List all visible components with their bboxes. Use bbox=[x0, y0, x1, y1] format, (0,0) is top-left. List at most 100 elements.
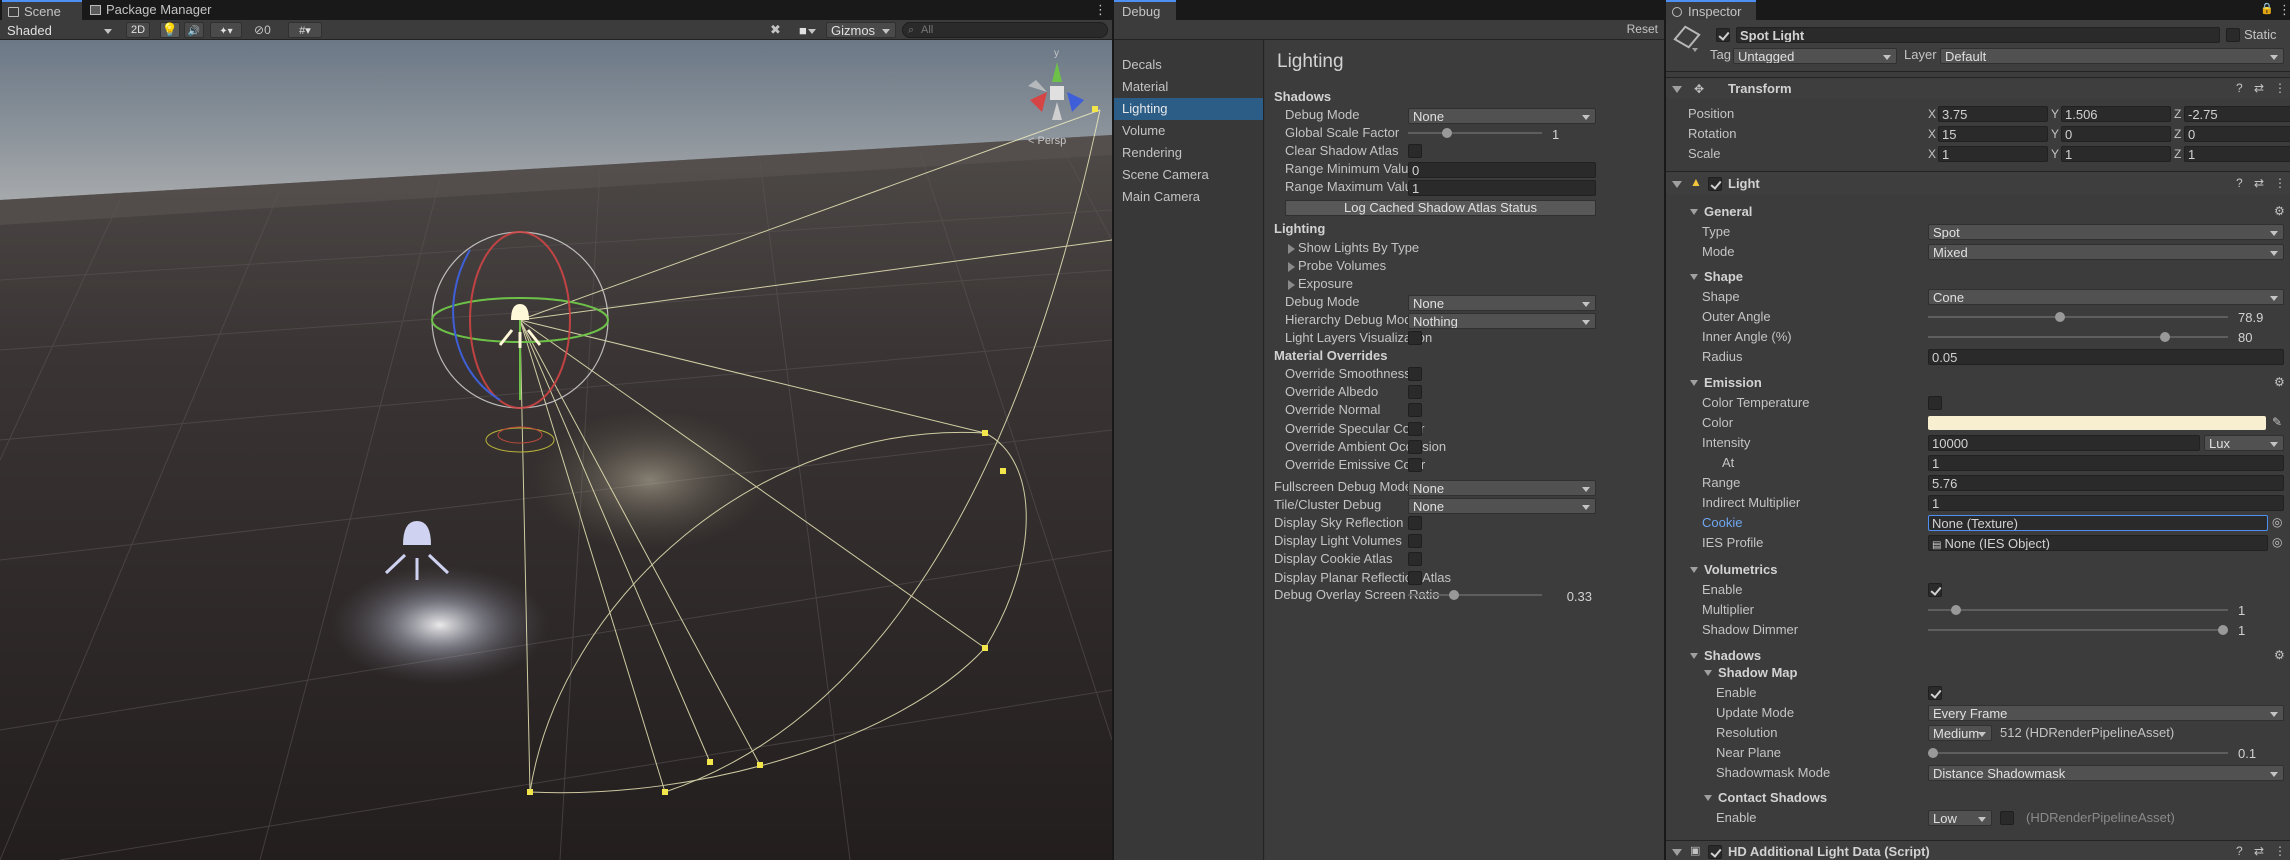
light-enabled-checkbox[interactable] bbox=[1708, 177, 1722, 191]
eyedropper-icon[interactable]: ✎ bbox=[2272, 415, 2282, 429]
show-lights-foldout-icon[interactable] bbox=[1288, 244, 1295, 254]
rotation-x-field[interactable]: 15 bbox=[1938, 126, 2048, 142]
display-toggle-checkbox[interactable] bbox=[1408, 516, 1422, 530]
tab-scene[interactable]: Scene bbox=[2, 0, 82, 20]
range-field[interactable]: 5.76 bbox=[1928, 475, 2284, 491]
ies-profile-field[interactable]: ▤ None (IES Object) bbox=[1928, 535, 2268, 551]
light-layers-checkbox[interactable] bbox=[1408, 331, 1422, 345]
mode-dropdown[interactable]: Mixed bbox=[1928, 244, 2284, 260]
debug-nav-item[interactable]: Material bbox=[1114, 76, 1263, 98]
hd-presets-icon[interactable]: ⇄ bbox=[2254, 844, 2264, 858]
clear-atlas-checkbox[interactable] bbox=[1408, 144, 1422, 158]
debug-nav-item[interactable]: Volume bbox=[1114, 120, 1263, 142]
light-help-icon[interactable]: ? bbox=[2236, 176, 2243, 190]
range-max-field[interactable]: 1 bbox=[1408, 180, 1596, 196]
outer-angle-slider[interactable] bbox=[1928, 308, 2228, 326]
ies-picker-icon[interactable]: ◎ bbox=[2272, 535, 2282, 549]
range-min-field[interactable]: 0 bbox=[1408, 162, 1596, 178]
shadow-dimmer-slider[interactable] bbox=[1928, 621, 2228, 639]
shadow-map-enable-checkbox[interactable] bbox=[1928, 686, 1942, 700]
tools-icon[interactable]: ✖ bbox=[770, 22, 781, 38]
position-x-field[interactable]: 3.75 bbox=[1938, 106, 2048, 122]
material-override-checkbox[interactable] bbox=[1408, 385, 1422, 400]
shading-mode-dropdown[interactable]: Shaded bbox=[2, 22, 118, 38]
scene-viewport[interactable]: y < Persp bbox=[0, 40, 1112, 860]
hd-additional-header[interactable]: ▣ HD Additional Light Data (Script) ? ⇄ … bbox=[1666, 840, 2290, 860]
tab-inspector[interactable]: Inspector bbox=[1666, 0, 1756, 20]
probe-volumes-foldout-icon[interactable] bbox=[1288, 262, 1295, 272]
type-dropdown[interactable]: Spot bbox=[1928, 224, 2284, 240]
2d-toggle-button[interactable]: 2D bbox=[126, 22, 150, 38]
hd-additional-checkbox[interactable] bbox=[1708, 845, 1722, 859]
near-plane-knob[interactable] bbox=[1928, 748, 1938, 758]
hierarchy-debug-dropdown[interactable]: Nothing bbox=[1408, 313, 1596, 329]
object-name-field[interactable]: Spot Light bbox=[1736, 27, 2220, 43]
radius-field[interactable]: 0.05 bbox=[1928, 349, 2284, 365]
shadows-presets-icon[interactable]: ⚙ bbox=[2274, 648, 2285, 662]
hd-additional-foldout-icon[interactable] bbox=[1672, 849, 1682, 856]
inner-angle-field[interactable]: 80 bbox=[2234, 329, 2284, 345]
inner-angle-slider[interactable] bbox=[1928, 328, 2228, 346]
hd-help-icon[interactable]: ? bbox=[2236, 844, 2243, 858]
emission-presets-icon[interactable]: ⚙ bbox=[2274, 375, 2285, 389]
exposure-foldout[interactable]: Exposure bbox=[1298, 275, 1353, 293]
material-override-checkbox[interactable] bbox=[1408, 367, 1422, 381]
global-scale-field[interactable]: 1 bbox=[1548, 126, 1596, 142]
overlay-ratio-slider[interactable] bbox=[1408, 586, 1542, 604]
layer-dropdown[interactable]: Default bbox=[1940, 48, 2284, 64]
shadowmask-mode-dropdown[interactable]: Distance Shadowmask bbox=[1928, 765, 2284, 781]
volumetrics-multiplier-slider[interactable] bbox=[1928, 601, 2228, 619]
display-toggle-checkbox[interactable] bbox=[1408, 552, 1422, 567]
material-override-checkbox[interactable] bbox=[1408, 439, 1422, 454]
object-active-checkbox[interactable] bbox=[1716, 28, 1730, 42]
reset-button[interactable]: Reset bbox=[1627, 22, 1658, 36]
rotation-y-field[interactable]: 0 bbox=[2061, 126, 2171, 142]
color-swatch[interactable] bbox=[1928, 416, 2266, 430]
icon-dropdown-icon[interactable] bbox=[1692, 48, 1698, 52]
global-scale-knob[interactable] bbox=[1442, 128, 1452, 138]
near-plane-field[interactable]: 0.1 bbox=[2234, 745, 2284, 761]
shadow-dimmer-knob[interactable] bbox=[2218, 625, 2228, 635]
camera-dropdown[interactable]: ■ bbox=[794, 22, 822, 38]
log-atlas-button[interactable]: Log Cached Shadow Atlas Status bbox=[1285, 200, 1596, 216]
shadows-header-foldout-icon[interactable] bbox=[1690, 653, 1698, 659]
material-override-checkbox[interactable] bbox=[1408, 403, 1422, 418]
emission-header-foldout-icon[interactable] bbox=[1690, 380, 1698, 386]
display-toggle-checkbox[interactable] bbox=[1408, 534, 1422, 549]
contact-shadows-header-foldout-icon[interactable] bbox=[1704, 795, 1712, 801]
overlay-ratio-field[interactable]: 0.33 bbox=[1548, 588, 1596, 604]
scale-x-field[interactable]: 1 bbox=[1938, 146, 2048, 162]
volumetrics-header-foldout-icon[interactable] bbox=[1690, 567, 1698, 573]
debug-nav-item[interactable]: Lighting bbox=[1114, 98, 1263, 120]
debug-nav-item[interactable]: Main Camera bbox=[1114, 186, 1263, 208]
position-y-field[interactable]: 1.506 bbox=[2061, 106, 2171, 122]
volumetrics-multiplier-knob[interactable] bbox=[1951, 605, 1962, 615]
transform-presets-icon[interactable]: ⇄ bbox=[2254, 81, 2264, 95]
global-scale-slider[interactable] bbox=[1408, 124, 1542, 142]
scale-y-field[interactable]: 1 bbox=[2061, 146, 2171, 162]
shadow-map-header-foldout-icon[interactable] bbox=[1704, 670, 1712, 676]
static-checkbox[interactable] bbox=[2226, 28, 2240, 42]
material-override-checkbox[interactable] bbox=[1408, 421, 1422, 436]
transform-foldout-icon[interactable] bbox=[1672, 86, 1682, 93]
material-override-checkbox[interactable] bbox=[1408, 458, 1422, 472]
update-mode-dropdown[interactable]: Every Frame bbox=[1928, 705, 2284, 721]
debug-nav-item[interactable]: Scene Camera bbox=[1114, 164, 1263, 186]
light-foldout-icon[interactable] bbox=[1672, 181, 1682, 188]
intensity-unit-dropdown[interactable]: Lux bbox=[2204, 435, 2284, 451]
lock-icon[interactable]: 🔒 bbox=[2260, 2, 2274, 15]
hidden-objects-toggle[interactable]: ⊘0 bbox=[254, 22, 271, 38]
near-plane-slider[interactable] bbox=[1928, 744, 2228, 762]
effects-toggle-button[interactable]: ✦▾ bbox=[210, 22, 242, 38]
inspector-kebab-icon[interactable]: ⋮ bbox=[2278, 2, 2290, 18]
tile-cluster-dropdown[interactable]: None bbox=[1408, 498, 1596, 514]
tab-debug[interactable]: Debug bbox=[1114, 0, 1176, 20]
probe-volumes-foldout[interactable]: Probe Volumes bbox=[1298, 257, 1386, 275]
persp-label[interactable]: < Persp bbox=[1028, 135, 1066, 147]
light-header[interactable]: ▲ Light ? ⇄ ⋮ bbox=[1666, 171, 2290, 195]
indirect-multiplier-field[interactable]: 1 bbox=[1928, 495, 2284, 511]
audio-toggle-button[interactable]: 🔊 bbox=[184, 22, 204, 38]
overlay-ratio-knob[interactable] bbox=[1448, 590, 1459, 600]
shape-dropdown[interactable]: Cone bbox=[1928, 289, 2284, 305]
general-header-foldout-icon[interactable] bbox=[1690, 209, 1698, 215]
